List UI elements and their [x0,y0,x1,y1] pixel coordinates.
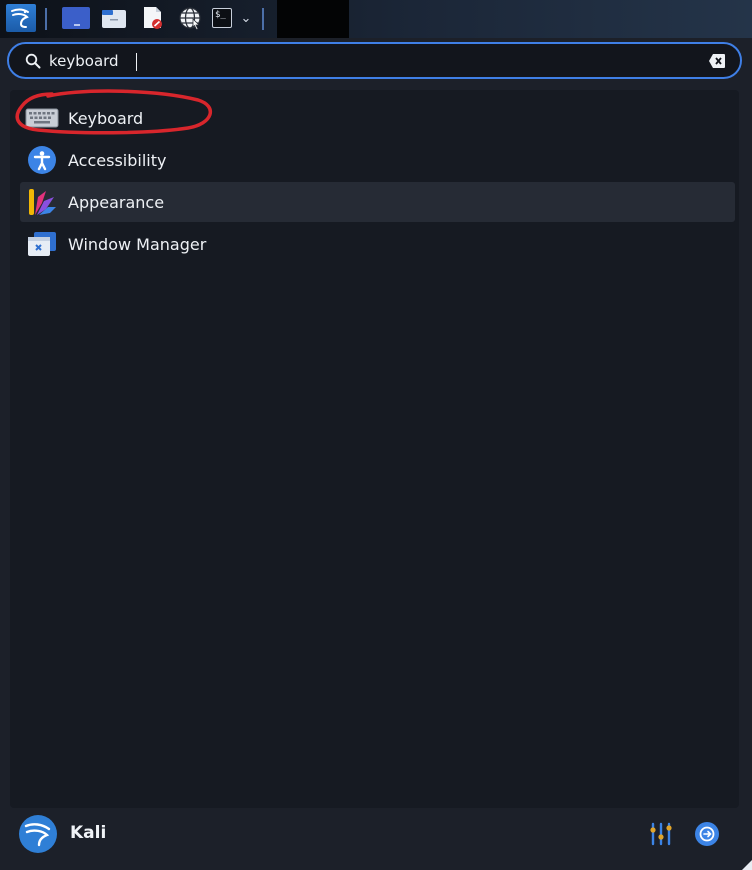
user-avatar [18,814,58,854]
kali-dragon-avatar [19,815,57,853]
top-panel: $_ ⌄ [0,0,752,38]
search-input[interactable] [49,48,669,74]
terminal-icon: $_ [212,8,232,28]
taskbar-window-slot[interactable] [277,0,349,38]
file-manager-button[interactable] [97,5,131,31]
result-label: Window Manager [68,234,207,254]
search-icon [25,53,41,69]
accessibility-icon [24,144,60,176]
result-item-appearance[interactable]: Appearance [20,182,735,222]
show-desktop-button[interactable] [59,5,93,31]
clear-text-icon[interactable] [708,53,726,69]
panel-separator [45,8,47,30]
logout-icon [695,822,719,846]
text-editor-button[interactable] [137,5,169,31]
window-manager-icon [24,228,60,260]
result-item-accessibility[interactable]: Accessibility [20,140,735,180]
globe-icon [179,7,201,30]
keyboard-icon [24,102,60,134]
result-label: Accessibility [68,150,167,170]
result-item-window-manager[interactable]: Window Manager [20,224,735,264]
search-results-list: Keyboard Accessibility Appearance Window… [10,90,739,808]
user-name: Kali [70,823,107,843]
settings-manager-button[interactable] [648,821,674,847]
text-editor-icon [144,7,162,29]
chevron-down-icon: ⌄ [240,10,252,26]
launcher-more-chevron[interactable]: ⌄ [236,5,256,31]
search-bar[interactable] [7,42,742,79]
text-cursor [136,53,137,71]
result-label: Appearance [68,192,165,212]
result-label: Keyboard [68,108,144,128]
appearance-icon [24,186,60,218]
kali-dragon-icon [11,8,29,28]
terminal-button[interactable]: $_ [210,5,234,31]
application-menu: Keyboard Accessibility Ap [0,38,752,870]
kali-menu-launcher[interactable] [6,4,36,32]
settings-manager-icon [650,822,672,846]
result-item-keyboard[interactable]: Keyboard [20,98,735,138]
panel-separator [262,8,264,30]
resize-grip-icon[interactable] [742,860,752,870]
desktop-icon [62,7,90,29]
logout-button[interactable] [694,821,720,847]
folder-icon [102,10,126,28]
web-browser-button[interactable] [174,5,206,31]
